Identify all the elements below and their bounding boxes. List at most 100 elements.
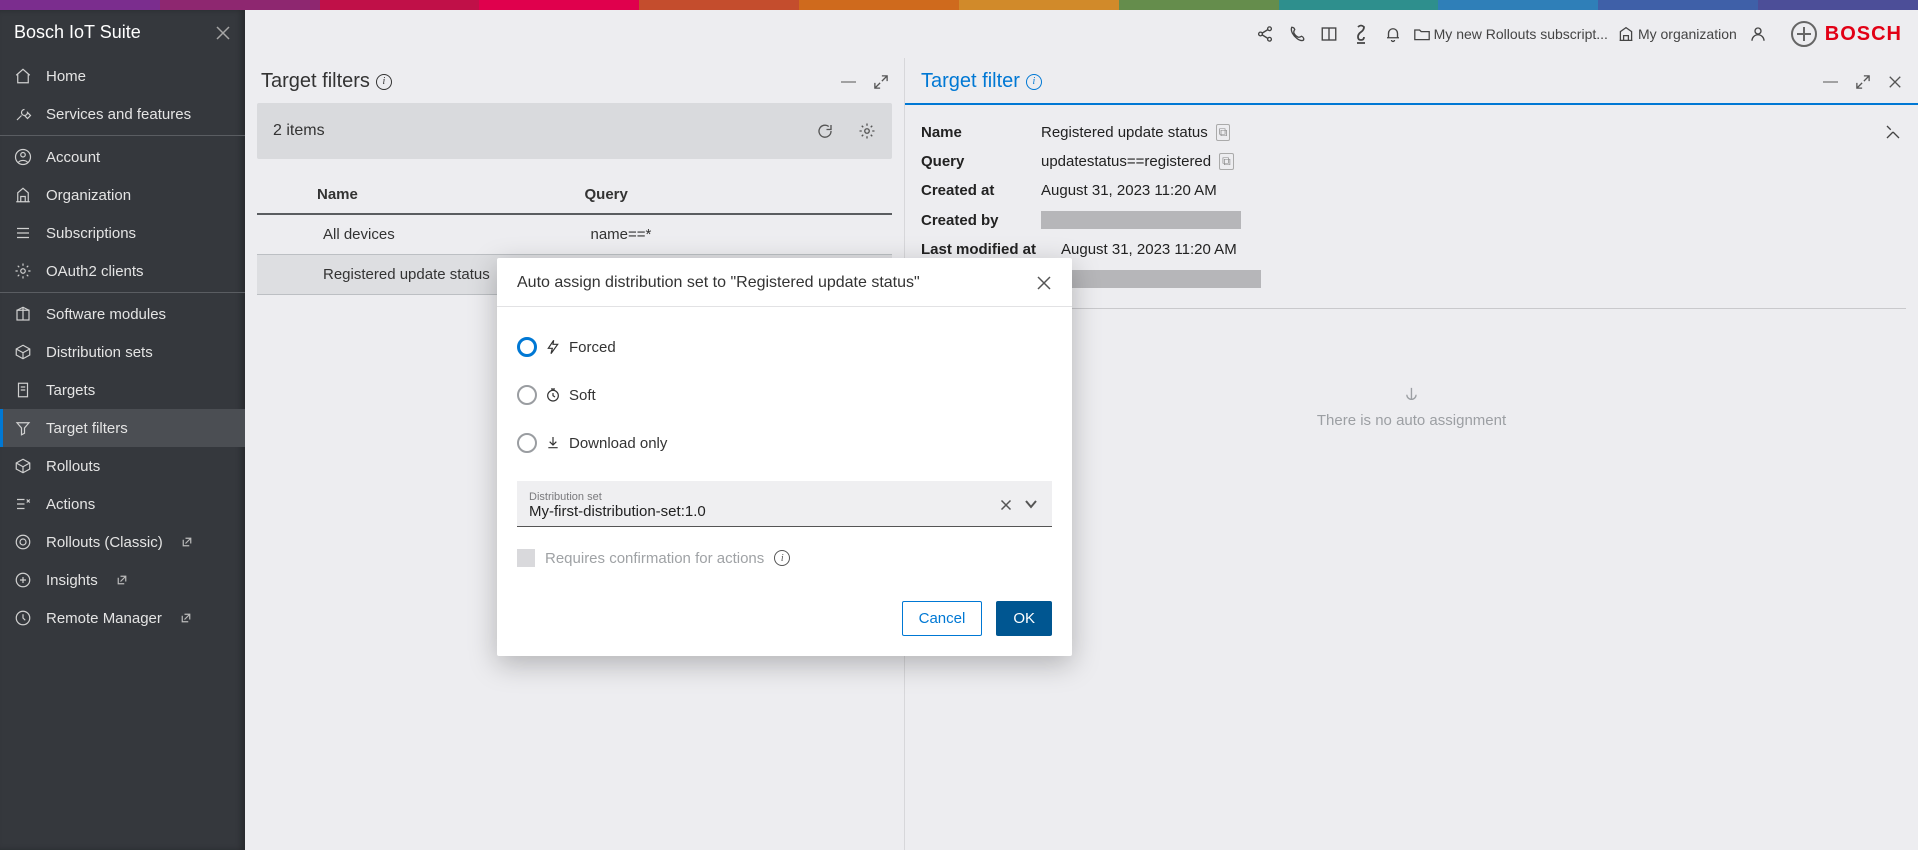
detail-name-row: Name Registered update status ⧉ xyxy=(917,117,1906,147)
brand-logo: BOSCH xyxy=(1791,21,1902,47)
radio-button[interactable] xyxy=(517,337,537,357)
confirm-checkbox[interactable] xyxy=(517,549,535,567)
close-button[interactable] xyxy=(1888,75,1902,89)
sidebar-item-home[interactable]: Home xyxy=(0,57,245,95)
share-icon[interactable] xyxy=(1254,23,1276,45)
wrench-icon xyxy=(14,105,32,123)
no-auto-text: There is no auto assignment xyxy=(1317,412,1506,429)
action-type-option[interactable]: Download only xyxy=(517,433,1052,453)
panels: Target filters i — 2 items xyxy=(245,58,1918,850)
sidebar-item-rollouts[interactable]: Rollouts xyxy=(0,447,245,485)
sidebar-item-label: OAuth2 clients xyxy=(46,263,144,280)
detail-createdby-row: Created by xyxy=(917,205,1906,235)
bell-icon[interactable] xyxy=(1382,23,1404,45)
items-count: 2 items xyxy=(273,122,325,140)
sidebar-item-oauth2-clients[interactable]: OAuth2 clients xyxy=(0,252,245,290)
organization-selector[interactable]: My organization xyxy=(1618,26,1737,42)
panel-title: Target filter xyxy=(921,70,1020,93)
radio-button[interactable] xyxy=(517,433,537,453)
sidebar-item-target-filters[interactable]: Target filters xyxy=(0,409,245,447)
sidebar-item-subscriptions[interactable]: Subscriptions xyxy=(0,214,245,252)
sidebar: Bosch IoT Suite Home Services and feature… xyxy=(0,10,245,850)
cancel-button[interactable]: Cancel xyxy=(902,601,983,636)
table-header: Name Query xyxy=(257,175,892,215)
doc-icon xyxy=(14,381,32,399)
dialog-body: Forced Soft Download only Distribution set… xyxy=(497,307,1072,585)
sidebar-item-label: Services and features xyxy=(46,106,191,123)
sidebar-item-insights[interactable]: Insights xyxy=(0,561,245,599)
dialog-footer: Cancel OK xyxy=(497,585,1072,656)
action-type-option[interactable]: Forced xyxy=(517,337,1052,357)
box-icon xyxy=(14,343,32,361)
row-query: name==* xyxy=(585,226,853,243)
info-icon[interactable]: i xyxy=(376,74,392,90)
detail-created-row: Created at August 31, 2023 11:20 AM xyxy=(917,176,1906,205)
sidebar-item-label: Targets xyxy=(46,382,95,399)
expand-button[interactable] xyxy=(1856,75,1870,89)
phone-icon[interactable] xyxy=(1286,23,1308,45)
panel-title-row: Target filters i xyxy=(261,70,392,93)
sidebar-nav: Home Services and features Account Organiza… xyxy=(0,57,245,637)
subscription-selector[interactable]: My new Rollouts subscript... xyxy=(1414,26,1608,42)
book-icon[interactable] xyxy=(1318,23,1340,45)
refresh-button[interactable] xyxy=(816,122,834,140)
settings-button[interactable] xyxy=(858,122,876,140)
radio-button[interactable] xyxy=(517,385,537,405)
minimize-button[interactable]: — xyxy=(1823,73,1838,90)
sidebar-separator xyxy=(0,292,245,293)
table-row[interactable]: All devicesname==* xyxy=(257,215,892,255)
action-icon xyxy=(14,495,32,513)
bolt-icon xyxy=(545,339,561,355)
sidebar-item-organization[interactable]: Organization xyxy=(0,176,245,214)
sidebar-item-label: Organization xyxy=(46,187,131,204)
org-icon xyxy=(1618,26,1634,42)
ds-value: My-first-distribution-set:1.0 xyxy=(529,503,992,520)
topbar: My new Rollouts subscript... My organiza… xyxy=(245,10,1918,58)
bosch-symbol-icon xyxy=(1791,21,1817,47)
sidebar-item-label: Home xyxy=(46,68,86,85)
sidebar-item-account[interactable]: Account xyxy=(0,138,245,176)
sidebar-item-actions[interactable]: Actions xyxy=(0,485,245,523)
sidebar-item-rollouts-classic-[interactable]: Rollouts (Classic) xyxy=(0,523,245,561)
panel-actions: — xyxy=(841,73,888,90)
redacted-value xyxy=(1061,270,1261,288)
detail-created-value: August 31, 2023 11:20 AM xyxy=(1041,182,1217,199)
sidebar-header: Bosch IoT Suite xyxy=(0,10,245,57)
sidebar-item-label: Insights xyxy=(46,572,98,589)
sidebar-item-distribution-sets[interactable]: Distribution sets xyxy=(0,333,245,371)
info-icon[interactable]: i xyxy=(1026,74,1042,90)
chevron-down-icon[interactable] xyxy=(1024,499,1038,509)
external-link-icon xyxy=(116,574,128,586)
action-type-option[interactable]: Soft xyxy=(517,385,1052,405)
sidebar-item-software-modules[interactable]: Software modules xyxy=(0,295,245,333)
legal-icon[interactable] xyxy=(1350,23,1372,45)
sidebar-item-services-and-features[interactable]: Services and features xyxy=(0,95,245,133)
expand-button[interactable] xyxy=(874,75,888,89)
sidebar-collapse-button[interactable] xyxy=(215,25,231,41)
sidebar-item-remote-manager[interactable]: Remote Manager xyxy=(0,599,245,637)
redacted-value xyxy=(1041,211,1241,229)
organization-label: My organization xyxy=(1638,26,1737,42)
confirm-label: Requires confirmation for actions xyxy=(545,550,764,567)
tools-button[interactable] xyxy=(1884,123,1902,141)
ok-button[interactable]: OK xyxy=(996,601,1052,636)
dialog-close-button[interactable] xyxy=(1036,275,1052,291)
sidebar-item-targets[interactable]: Targets xyxy=(0,371,245,409)
panel-header: Target filters i — xyxy=(257,70,892,103)
subscription-label: My new Rollouts subscript... xyxy=(1434,26,1608,42)
clear-button[interactable] xyxy=(1000,499,1012,511)
distribution-set-select[interactable]: Distribution set My-first-distribution-s… xyxy=(517,481,1052,527)
copy-icon[interactable]: ⧉ xyxy=(1216,124,1231,141)
close-icon xyxy=(1036,275,1052,291)
option-label: Download only xyxy=(569,435,667,452)
user-icon[interactable] xyxy=(1747,23,1769,45)
sidebar-item-label: Account xyxy=(46,149,100,166)
col-query: Query xyxy=(585,186,853,203)
col-name: Name xyxy=(317,186,585,203)
sidebar-item-label: Software modules xyxy=(46,306,166,323)
remote-icon xyxy=(14,609,32,627)
minimize-button[interactable]: — xyxy=(841,73,856,90)
filter-icon xyxy=(14,419,32,437)
info-icon[interactable]: i xyxy=(774,550,790,566)
copy-icon[interactable]: ⧉ xyxy=(1219,153,1234,170)
